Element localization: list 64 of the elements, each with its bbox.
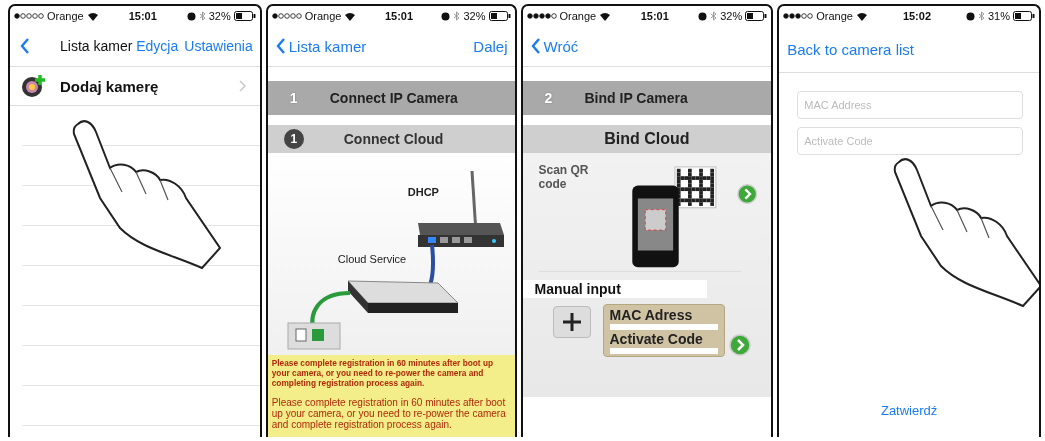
step-title: Bind IP Camera <box>584 90 688 106</box>
bluetooth-icon <box>710 11 718 21</box>
list-item[interactable]: Dodaj kamerę <box>10 67 260 106</box>
input-field[interactable]: MAC Address <box>797 91 1023 119</box>
submit-button[interactable]: Zatwierdź <box>874 402 944 419</box>
nav-link[interactable]: Ustawienia <box>181 38 256 54</box>
plus-icon <box>561 312 582 332</box>
status-time: 15:01 <box>384 10 414 22</box>
step-number: 2 <box>544 90 554 106</box>
nav-link[interactable]: Edycja <box>133 38 182 54</box>
back-button[interactable]: Lista kamer <box>271 37 371 55</box>
carrier-name: Orange <box>304 10 342 22</box>
warning-text: Please complete registration in 60 minutes after boot up your camera, or you need to re-power the camera and complete registration process again. <box>271 397 507 430</box>
signal-icon <box>526 12 557 20</box>
battery-icon <box>233 11 256 21</box>
bluetooth-icon <box>453 11 461 21</box>
list-item-label: Dodaj kamerę <box>60 77 159 95</box>
back-button[interactable]: Wróć <box>526 37 583 55</box>
bluetooth-icon <box>977 11 985 21</box>
step-title: Connect IP Camera <box>329 90 458 106</box>
signal-icon <box>783 12 814 20</box>
field-label: Activate Code <box>609 331 704 347</box>
carrier-name: Orange <box>559 10 597 22</box>
status-time: 15:01 <box>640 10 669 22</box>
battery-icon <box>1012 11 1035 21</box>
diagram-label: Cloud Service <box>337 253 407 265</box>
signal-icon <box>14 12 44 20</box>
wifi-icon <box>86 11 99 21</box>
battery-percent: 31% <box>987 10 1010 22</box>
status-time: 15:01 <box>128 10 157 22</box>
chevron-left-icon <box>20 38 30 54</box>
wifi-icon <box>599 11 612 21</box>
battery-percent: 32% <box>720 10 743 22</box>
battery-percent: 32% <box>208 10 231 22</box>
camera-add-icon <box>20 73 46 99</box>
nav-title: Lista kamer <box>60 38 133 54</box>
scan-label: Scan QR code <box>538 163 590 191</box>
arrow-right-icon <box>728 334 751 356</box>
step-number-badge: 1 <box>283 129 304 149</box>
status-time: 15:02 <box>902 10 931 22</box>
section-label: Manual input <box>522 280 707 298</box>
field-label: MAC Adress <box>609 307 694 323</box>
nav-link[interactable]: Dalej <box>470 37 511 55</box>
carrier-name: Orange <box>47 10 84 22</box>
diagram-label: DHCP <box>407 186 439 198</box>
wifi-icon <box>344 11 357 21</box>
warning-text: Please complete registration in 60 minutes after boot up your camera, or you need to re-power the camera and completing registration process again. <box>271 358 495 388</box>
input-field[interactable]: Activate Code <box>797 127 1023 155</box>
carrier-name: Orange <box>816 10 853 22</box>
chevron-left-icon <box>530 38 541 54</box>
battery-icon <box>745 11 768 21</box>
substep-title: Connect Cloud <box>343 131 444 147</box>
add-button[interactable] <box>552 306 591 338</box>
step-number: 1 <box>289 90 299 106</box>
battery-icon <box>488 11 511 21</box>
section-title: Bind Cloud <box>604 130 690 148</box>
chevron-right-icon <box>238 80 246 92</box>
back-button[interactable]: Back to camera list <box>783 40 918 58</box>
wifi-icon <box>855 11 868 21</box>
bluetooth-icon <box>198 11 206 21</box>
chevron-left-icon <box>275 38 286 54</box>
signal-icon <box>271 12 302 20</box>
arrow-right-icon <box>736 183 758 205</box>
battery-percent: 32% <box>463 10 486 22</box>
